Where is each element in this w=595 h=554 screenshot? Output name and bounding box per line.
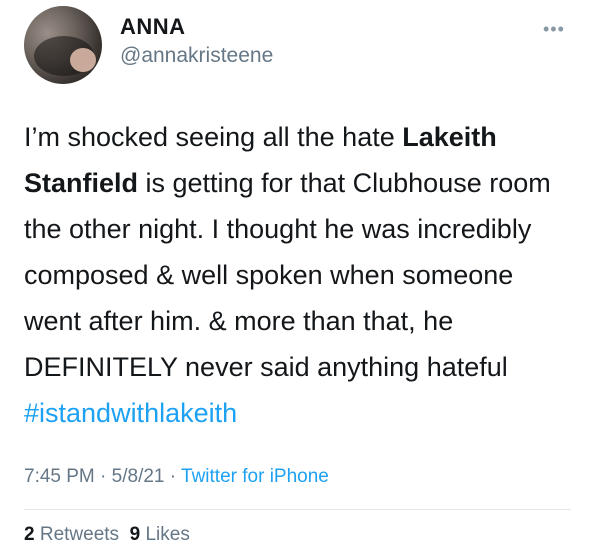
author-display-name[interactable]: ANNA <box>120 14 186 40</box>
tweet-text-part2: is getting for that Clubhouse room the o… <box>24 168 551 382</box>
author-handle[interactable]: @annakristeene <box>120 44 273 68</box>
tweet-source-link[interactable]: Twitter for iPhone <box>181 466 329 487</box>
divider <box>24 509 571 510</box>
likes-stat[interactable]: 9 Likes <box>130 524 190 545</box>
retweets-count: 2 <box>24 524 35 545</box>
tweet-meta: 7:45 PM · 5/8/21 · Twitter for iPhone <box>24 466 329 488</box>
avatar[interactable] <box>24 6 102 84</box>
likes-count: 9 <box>129 524 141 545</box>
hashtag-link[interactable]: #istandwithlakeith <box>24 398 237 428</box>
tweet-date[interactable]: 5/8/21 <box>112 466 165 487</box>
retweets-stat[interactable]: 2 Retweets <box>24 524 119 545</box>
meta-separator-1: · <box>94 466 112 487</box>
tweet-time[interactable]: 7:45 PM <box>24 466 95 487</box>
retweets-label: Retweets <box>39 524 120 545</box>
tweet-text: I’m shocked seeing all the hate Lakeith … <box>24 114 569 436</box>
tweet-card: ANNA @annakristeene ••• I’m shocked seei… <box>0 0 595 554</box>
more-dots-icon[interactable]: ••• <box>543 20 565 38</box>
tweet-text-part1: I’m shocked seeing all the hate <box>24 122 403 152</box>
avatar-face <box>70 48 96 72</box>
meta-separator-2: · <box>164 466 182 487</box>
tweet-stats: 2 Retweets 9 Likes <box>24 524 190 546</box>
likes-label: Likes <box>145 524 190 545</box>
